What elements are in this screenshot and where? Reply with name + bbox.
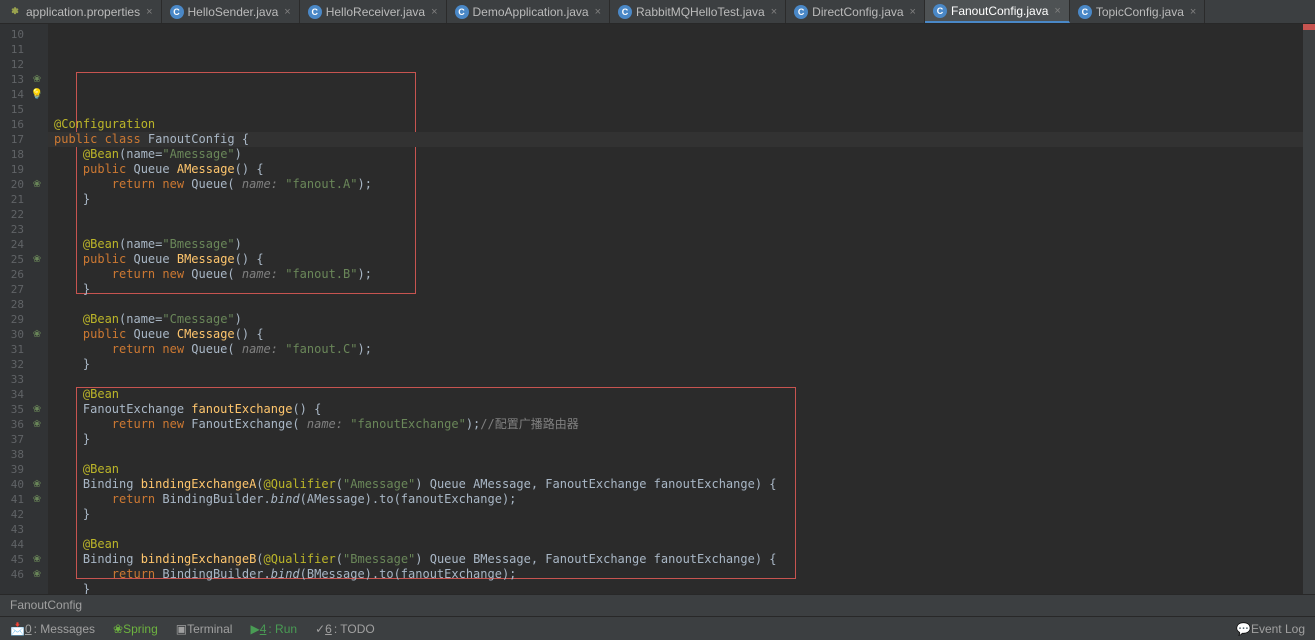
tab-application-properties[interactable]: ❃ application.properties × [0, 0, 162, 23]
code-line[interactable]: } [48, 282, 1315, 297]
code-line[interactable]: } [48, 357, 1315, 372]
java-class-icon: C [170, 5, 184, 19]
spring-bean-icon[interactable]: ❀ [30, 252, 44, 266]
code-line[interactable]: Binding bindingExchangeA(@Qualifier("Ame… [48, 477, 1315, 492]
code-line[interactable]: Binding bindingExchangeB(@Qualifier("Bme… [48, 552, 1315, 567]
tab-label: DirectConfig.java [812, 5, 903, 19]
java-class-icon: C [455, 5, 469, 19]
close-icon[interactable]: × [284, 6, 290, 18]
code-line[interactable]: @Bean(name="Bmessage") [48, 237, 1315, 252]
code-line[interactable]: @Bean [48, 537, 1315, 552]
intention-bulb-icon[interactable]: 💡 [30, 87, 44, 101]
code-line[interactable] [48, 297, 1315, 312]
code-line[interactable]: return new Queue( name: "fanout.C"); [48, 342, 1315, 357]
editor-tabs: ❃ application.properties × C HelloSender.jav… [0, 0, 1315, 24]
tab-DemoApplication-java[interactable]: C DemoApplication.java × [447, 0, 611, 23]
close-icon[interactable]: × [910, 6, 916, 18]
spring-bean-icon[interactable]: ❀ [30, 492, 44, 506]
code-line[interactable]: @Configuration [48, 117, 1315, 132]
spring-bean-icon[interactable]: ❀ [30, 567, 44, 581]
code-line[interactable]: return new Queue( name: "fanout.A"); [48, 177, 1315, 192]
tab-label: HelloReceiver.java [326, 5, 425, 19]
spring-bean-icon[interactable]: ❀ [30, 402, 44, 416]
tab-label: application.properties [26, 5, 140, 19]
java-class-icon: C [794, 5, 808, 19]
code-line[interactable]: } [48, 432, 1315, 447]
code-line[interactable]: } [48, 192, 1315, 207]
code-line[interactable]: @Bean(name="Cmessage") [48, 312, 1315, 327]
close-icon[interactable]: × [1190, 6, 1196, 18]
tab-label: FanoutConfig.java [951, 4, 1048, 18]
code-line[interactable] [48, 522, 1315, 537]
code-line[interactable]: return new FanoutExchange( name: "fanout… [48, 417, 1315, 432]
close-icon[interactable]: × [1054, 5, 1060, 17]
gutter-icons: ❀❀❀❀❀❀❀❀❀❀❀💡 [28, 24, 48, 594]
tab-TopicConfig-java[interactable]: C TopicConfig.java × [1070, 0, 1206, 23]
close-icon[interactable]: × [431, 6, 437, 18]
tab-DirectConfig-java[interactable]: C DirectConfig.java × [786, 0, 925, 23]
close-icon[interactable]: × [595, 6, 601, 18]
code-line[interactable]: public Queue AMessage() { [48, 162, 1315, 177]
code-line[interactable]: } [48, 582, 1315, 594]
code-line[interactable] [48, 87, 1315, 102]
tab-HelloReceiver-java[interactable]: C HelloReceiver.java × [300, 0, 447, 23]
java-class-icon: C [618, 5, 632, 19]
tab-RabbitMQHelloTest-java[interactable]: C RabbitMQHelloTest.java × [610, 0, 786, 23]
tab-label: TopicConfig.java [1096, 5, 1184, 19]
close-icon[interactable]: × [146, 6, 152, 18]
code-line[interactable]: @Bean(name="Amessage") [48, 147, 1315, 162]
code-line[interactable]: public Queue CMessage() { [48, 327, 1315, 342]
todo-button[interactable]: ✓ 6: TODO [315, 622, 375, 636]
spring-bean-icon[interactable]: ❀ [30, 552, 44, 566]
error-stripe [1303, 24, 1315, 30]
eventlog-button[interactable]: 💬 Event Log [1236, 622, 1305, 636]
editor-area: 1011121314151617181920212223242526272829… [0, 24, 1315, 594]
spring-bean-icon[interactable]: ❀ [30, 72, 44, 86]
code-line[interactable] [48, 102, 1315, 117]
spring-button[interactable]: ❀ Spring [113, 622, 158, 636]
code-line[interactable]: @Bean [48, 462, 1315, 477]
messages-button[interactable]: 📩 0: Messages [10, 622, 95, 636]
spring-bean-icon[interactable]: ❀ [30, 177, 44, 191]
spring-bean-icon[interactable]: ❀ [30, 417, 44, 431]
status-bar: 📩 0: Messages ❀ Spring ▣ Terminal ▶ 4: R… [0, 616, 1315, 640]
java-class-icon: C [933, 4, 947, 18]
code-line[interactable]: FanoutExchange fanoutExchange() { [48, 402, 1315, 417]
run-button[interactable]: ▶ 4: Run [250, 622, 297, 636]
tab-label: RabbitMQHelloTest.java [636, 5, 765, 19]
spring-bean-icon[interactable]: ❀ [30, 327, 44, 341]
code-line[interactable]: public Queue BMessage() { [48, 252, 1315, 267]
tab-FanoutConfig-java[interactable]: C FanoutConfig.java × [925, 0, 1070, 23]
vertical-scrollbar[interactable] [1303, 24, 1315, 594]
code-line[interactable] [48, 372, 1315, 387]
tab-HelloSender-java[interactable]: C HelloSender.java × [162, 0, 300, 23]
tab-label: DemoApplication.java [473, 5, 589, 19]
code-line[interactable]: } [48, 507, 1315, 522]
code-line[interactable]: return new Queue( name: "fanout.B"); [48, 267, 1315, 282]
code-line[interactable]: @Bean [48, 387, 1315, 402]
java-class-icon: C [308, 5, 322, 19]
close-icon[interactable]: × [771, 6, 777, 18]
code-line[interactable]: return BindingBuilder.bind(BMessage).to(… [48, 567, 1315, 582]
terminal-button[interactable]: ▣ Terminal [176, 622, 233, 636]
code-line[interactable] [48, 447, 1315, 462]
code-line[interactable]: public class FanoutConfig { [48, 132, 1315, 147]
properties-icon: ❃ [8, 5, 22, 19]
tab-label: HelloSender.java [188, 5, 279, 19]
breadcrumb[interactable]: FanoutConfig [0, 594, 1315, 616]
code-content[interactable]: @Configurationpublic class FanoutConfig … [48, 24, 1315, 594]
java-class-icon: C [1078, 5, 1092, 19]
code-line[interactable] [48, 207, 1315, 222]
code-line[interactable] [48, 222, 1315, 237]
code-line[interactable]: return BindingBuilder.bind(AMessage).to(… [48, 492, 1315, 507]
spring-bean-icon[interactable]: ❀ [30, 477, 44, 491]
line-numbers: 1011121314151617181920212223242526272829… [0, 24, 28, 594]
